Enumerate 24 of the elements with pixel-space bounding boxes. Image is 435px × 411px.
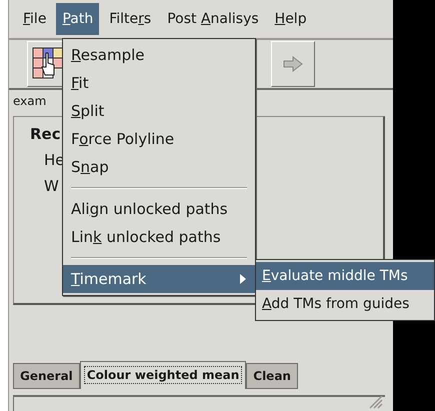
file-label: exam: [12, 93, 46, 110]
menu-item[interactable]: Align unlocked paths: [63, 195, 255, 223]
field-label: W: [44, 177, 59, 195]
menu-item[interactable]: Filters: [103, 3, 158, 35]
menu-item[interactable]: Resample: [63, 41, 255, 69]
menu-item[interactable]: Add TMs from guides: [256, 290, 434, 318]
menu-item[interactable]: File: [17, 3, 52, 35]
menu-item[interactable]: Fit: [63, 69, 255, 97]
menu-item[interactable]: Force Polyline: [63, 125, 255, 153]
next-button[interactable]: [271, 41, 315, 87]
tab[interactable]: Clean: [246, 363, 298, 389]
menu-item[interactable]: Split: [63, 97, 255, 125]
menu-item[interactable]: Timemark: [63, 265, 255, 293]
section-heading: Rec: [30, 125, 61, 143]
tab[interactable]: Colour weighted mean: [80, 361, 246, 389]
menu-item[interactable]: Snap: [63, 153, 255, 181]
menu-item[interactable]: Link unlocked paths: [63, 223, 255, 251]
menu-item[interactable]: Help: [268, 3, 313, 35]
menu-item[interactable]: Post Analisys: [161, 3, 265, 35]
menu-item[interactable]: Evaluate middle TMs: [256, 262, 434, 290]
right-arrow-icon: [283, 56, 303, 72]
submenu-arrow-icon: [239, 274, 247, 284]
menu-item[interactable]: Path: [56, 3, 100, 35]
tab[interactable]: General: [13, 363, 80, 389]
